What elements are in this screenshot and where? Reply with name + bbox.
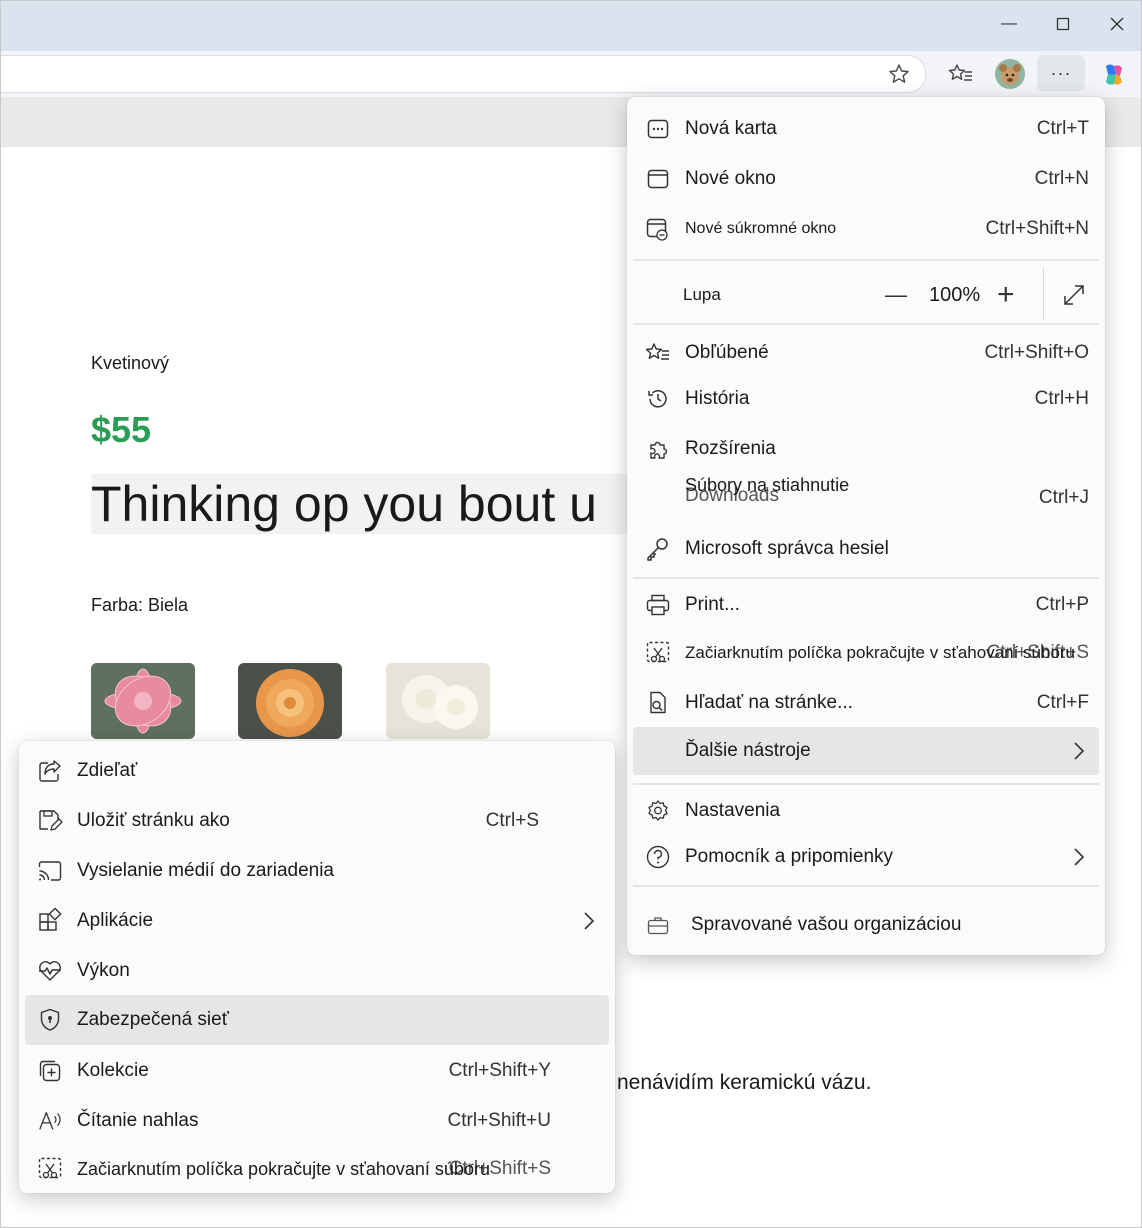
page-description-text: nenávidím keramickú vázu.: [617, 1071, 872, 1094]
submenu-item-secure-network[interactable]: Zabezpečená sieť: [25, 995, 609, 1045]
settings-and-more-button[interactable]: ···: [1037, 55, 1085, 91]
performance-heartbeat-icon: [37, 958, 63, 984]
submenu-item-collections[interactable]: Kolekcie Ctrl+Shift+Y: [25, 1049, 609, 1093]
menu-item-password-manager[interactable]: Microsoft správca hesiel: [633, 527, 1099, 571]
screenshot-scissors-icon: [37, 1156, 63, 1182]
gear-icon: [645, 798, 671, 824]
profile-avatar[interactable]: [995, 59, 1025, 89]
menu-item-favorites[interactable]: Obľúbené Ctrl+Shift+O: [633, 331, 1099, 375]
submenu-item-share[interactable]: Zdieľať: [25, 749, 609, 793]
menu-item-print[interactable]: Print... Ctrl+P: [633, 583, 1099, 627]
key-icon: [645, 536, 671, 562]
zoom-row: Lupa — 100% +: [633, 267, 1099, 319]
menu-item-help-feedback[interactable]: Pomocník a pripomienky: [633, 835, 1099, 879]
product-category: Kvetinový: [91, 353, 170, 373]
zoom-divider: [1043, 267, 1044, 319]
more-tools-submenu: Zdieľať Uložiť stránku ako Ctrl+S Vysiel…: [19, 741, 615, 1193]
title-bar: —: [1, 1, 1141, 51]
history-icon: [645, 386, 671, 412]
collections-icon: [37, 1058, 63, 1084]
chevron-right-icon: [1073, 741, 1085, 761]
menu-item-managed-by-organization: Spravované vašou organizáciou: [633, 903, 1099, 947]
browser-window: — ··· Kvetinový $55 Thinking op you bout…: [0, 0, 1142, 1228]
zoom-level: 100%: [929, 283, 981, 306]
submenu-item-performance[interactable]: Výkon: [25, 949, 609, 993]
menu-separator: [633, 885, 1099, 887]
maximize-button[interactable]: [1043, 9, 1083, 39]
apps-icon: [37, 908, 63, 934]
thumbnail-pink-flower[interactable]: [91, 663, 195, 739]
menu-item-find-on-page[interactable]: Hľadať na stránke... Ctrl+F: [633, 681, 1099, 725]
cast-icon: [37, 858, 63, 884]
screenshot-scissors-icon: [645, 640, 671, 666]
favorites-icon: [645, 340, 671, 366]
save-page-icon: [37, 808, 63, 834]
submenu-item-cast-media[interactable]: Vysielanie médií do zariadenia: [25, 849, 609, 893]
copilot-icon[interactable]: [1099, 61, 1129, 89]
help-icon: [645, 844, 671, 870]
close-button[interactable]: [1097, 9, 1137, 39]
menu-separator: [633, 783, 1099, 785]
menu-item-downloads[interactable]: Downloads Súbory na stiahnutie Ctrl+J: [633, 473, 1099, 523]
address-bar[interactable]: [1, 55, 926, 93]
new-window-icon: [645, 166, 671, 192]
menu-item-screenshot[interactable]: Ctrl+Shift+S Začiarknutím políčka pokrač…: [633, 631, 1099, 675]
add-favorite-star-icon[interactable]: [887, 62, 911, 86]
thumbnail-white-flower[interactable]: [386, 663, 490, 739]
product-price: $55: [91, 409, 152, 450]
submenu-item-read-aloud[interactable]: Čítanie nahlas Ctrl+Shift+U: [25, 1099, 609, 1143]
new-tab-icon: [645, 116, 671, 142]
shield-icon: [37, 1007, 63, 1033]
favorites-icon[interactable]: [947, 61, 975, 87]
menu-item-settings[interactable]: Nastavenia: [633, 789, 1099, 833]
extensions-puzzle-icon: [645, 436, 671, 462]
chevron-right-icon: [583, 911, 595, 931]
submenu-item-save-page-as[interactable]: Uložiť stránku ako Ctrl+S: [25, 799, 609, 843]
color-label: Farba: Biela: [91, 595, 189, 615]
chevron-right-icon: [1073, 847, 1085, 867]
inprivate-window-icon: [645, 216, 671, 242]
product-title: Thinking op you bout u: [91, 474, 627, 534]
settings-menu: Nová karta Ctrl+T Nové okno Ctrl+N Nové …: [627, 97, 1105, 955]
submenu-item-apps[interactable]: Aplikácie: [25, 899, 609, 943]
submenu-item-screenshot[interactable]: Ctrl+Shift+S Začiarknutím políčka pokrač…: [25, 1147, 609, 1191]
close-icon: [1110, 17, 1124, 31]
fullscreen-icon[interactable]: [1061, 282, 1087, 308]
menu-item-more-tools[interactable]: Ďalšie nástroje: [633, 727, 1099, 775]
zoom-label: Lupa: [683, 285, 721, 304]
thumbnail-orange-flower[interactable]: [238, 663, 342, 739]
zoom-in-button[interactable]: +: [997, 278, 1015, 312]
menu-item-history[interactable]: História Ctrl+H: [633, 377, 1099, 421]
share-icon: [37, 758, 63, 784]
maximize-icon: [1056, 17, 1070, 31]
menu-item-new-tab[interactable]: Nová karta Ctrl+T: [633, 107, 1099, 151]
minimize-button[interactable]: —: [989, 9, 1029, 39]
print-icon: [645, 592, 671, 618]
navigation-bar: ···: [1, 51, 1141, 97]
menu-separator: [633, 323, 1099, 325]
menu-item-extensions[interactable]: Rozšírenia: [633, 427, 1099, 471]
menu-item-new-private-window[interactable]: Nové súkromné okno Ctrl+Shift+N: [633, 207, 1099, 251]
menu-separator: [633, 259, 1099, 261]
menu-separator: [633, 577, 1099, 579]
menu-item-new-window[interactable]: Nové okno Ctrl+N: [633, 157, 1099, 201]
find-on-page-icon: [645, 690, 671, 716]
read-aloud-icon: [37, 1108, 63, 1134]
briefcase-icon: [645, 912, 671, 938]
zoom-out-button[interactable]: —: [885, 282, 907, 308]
